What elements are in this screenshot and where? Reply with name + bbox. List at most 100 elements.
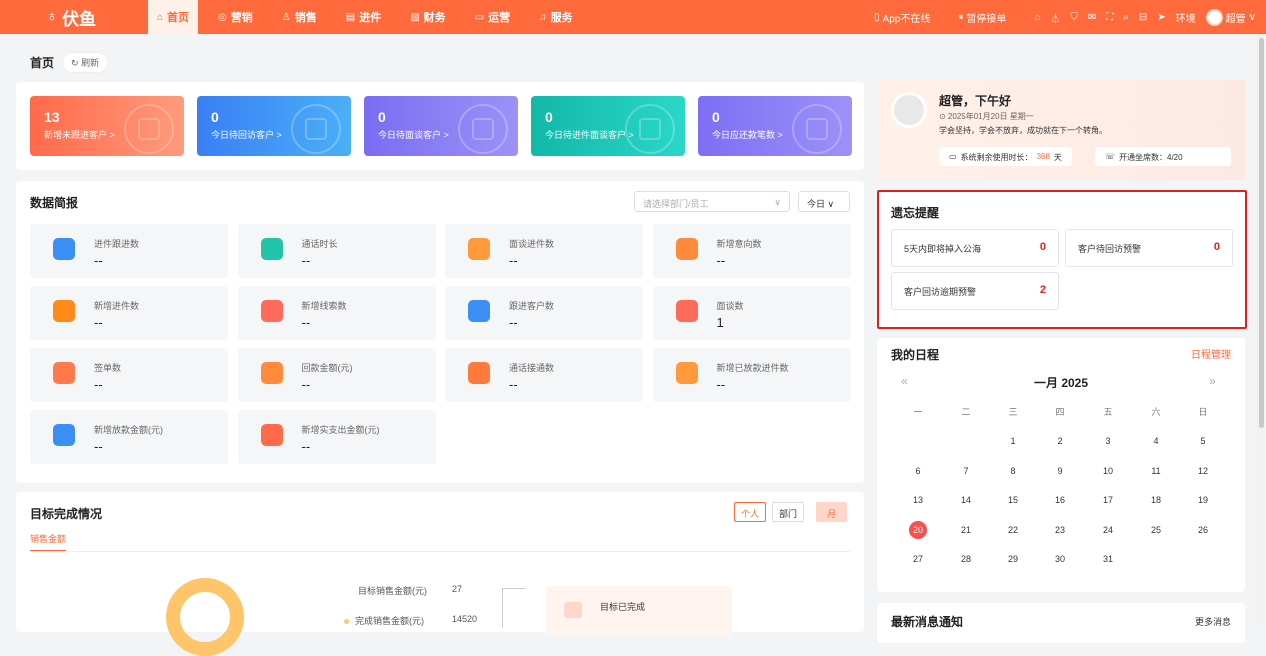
stat-card-1[interactable]: 0 今日待回访客户 > [197, 96, 351, 156]
nav-icon: ◎ [218, 11, 227, 23]
reminder-revisit[interactable]: 客户待回访预警 0 [1065, 229, 1233, 267]
fish-logo-icon: ♁ [46, 8, 58, 25]
page-title: 首页 [30, 56, 55, 70]
today-date: ⊙ 2025年01月20日 星期一 [939, 112, 1034, 121]
report-cell-5: 新增线索数 -- [237, 286, 436, 340]
report-cell-4: 新增进件数 -- [30, 286, 228, 340]
tab-month[interactable]: 月 [816, 502, 848, 522]
env-label[interactable]: 环境 [1176, 10, 1196, 25]
date-select[interactable]: 今日 ∨ [798, 191, 850, 212]
calendar-day[interactable]: 18 [1141, 491, 1171, 509]
calendar-day[interactable]: 20 [909, 520, 927, 539]
metric-value: -- [716, 377, 726, 392]
nav-item-5[interactable]: ▭ 运营 [466, 0, 519, 34]
calendar-day[interactable]: 29 [998, 550, 1028, 568]
dept-select[interactable]: 请选择部门/员工 ∨ [634, 191, 790, 212]
top-navbar: ♁ 伏鱼 ⌂ 首页 ◎ 营销 ♙ 销售 ▤ 进件 ▧ 财务 ▭ 运营 ♫ 服务 ▯ App不在线 ⏸ 暂停接单 … [0, 0, 1266, 34]
tab-personal[interactable]: 个人 [734, 502, 767, 522]
calendar-day[interactable]: 12 [1188, 462, 1218, 480]
calendar-day[interactable]: 19 [1188, 491, 1218, 509]
decoration-icon [639, 118, 661, 140]
calendar-day[interactable]: 3 [1093, 432, 1123, 450]
remain-time-chip: ▭ 系统剩余使用时长： 368 天 [939, 147, 1072, 166]
calendar-day[interactable]: 14 [951, 491, 981, 509]
calendar-day[interactable]: 17 [1093, 491, 1123, 509]
breadcrumb: 首页 ↻ 刷新 [30, 52, 109, 73]
app-status[interactable]: ▯ App不在线 [874, 10, 930, 25]
calendar-day[interactable]: 9 [1045, 462, 1075, 480]
stat-card-4[interactable]: 0 今日应还款笔数 > [698, 96, 852, 156]
metric-icon [260, 300, 283, 322]
tab-dept[interactable]: 部门 [772, 502, 805, 522]
calendar-day[interactable]: 11 [1141, 462, 1171, 480]
briefcase-icon[interactable]: ⊟ [1139, 12, 1147, 23]
next-month-button[interactable]: » [1209, 374, 1216, 388]
metric-value: -- [301, 439, 311, 454]
nav-item-4[interactable]: ▧ 财务 [401, 0, 454, 34]
calendar-day[interactable]: 28 [951, 550, 981, 568]
calendar-day[interactable]: 1 [998, 432, 1028, 450]
stat-card-0[interactable]: 13 新增未跟进客户 > [30, 96, 184, 156]
notice-icon[interactable]: ✉ [1088, 12, 1096, 23]
calendar-day[interactable]: 8 [998, 462, 1028, 480]
more-news-link[interactable]: 更多消息 [1195, 615, 1231, 628]
data-report-panel: 数据简报 请选择部门/员工 ∨ 今日 ∨ 进件跟进数 -- 通话时长 -- 面谈进件数 --… [16, 181, 864, 483]
fullscreen-icon[interactable]: ⛶ [1106, 12, 1113, 23]
nav-label: 财务 [423, 12, 446, 24]
search-icon[interactable]: ⌕ [1123, 12, 1129, 23]
weekday-label: 一 [913, 407, 923, 417]
nav-label: 销售 [294, 12, 317, 24]
news-panel: 最新消息通知 更多消息 [877, 603, 1245, 643]
calendar-day[interactable]: 13 [903, 491, 933, 509]
send-icon[interactable]: ➤ [1157, 12, 1165, 23]
calendar-day[interactable]: 16 [1045, 491, 1075, 509]
calendar-day[interactable]: 15 [998, 491, 1028, 509]
calendar-day[interactable]: 23 [1045, 521, 1075, 539]
calendar-day[interactable]: 22 [998, 521, 1028, 539]
calendar-day[interactable]: 31 [1093, 550, 1123, 568]
report-cell-0: 进件跟进数 -- [30, 224, 228, 278]
nav-item-1[interactable]: ◎ 营销 [209, 0, 262, 34]
bank-icon[interactable]: ⏃ [1050, 10, 1060, 25]
calendar-day[interactable]: 6 [903, 462, 933, 480]
calendar-day[interactable]: 26 [1188, 521, 1218, 539]
goal-panel: 目标完成情况 个人 部门 月 销售金额 目标销售金额(元) 27 完成销售金额(… [16, 492, 864, 656]
calendar-day[interactable]: 24 [1093, 521, 1123, 539]
monitor-icon: ▭ [949, 152, 957, 161]
reminder-seas[interactable]: 5天内即将掉入公海 0 [891, 229, 1059, 267]
nav-item-3[interactable]: ▤ 进件 [337, 0, 390, 34]
schedule-manage-link[interactable]: 日程管理 [1191, 346, 1231, 361]
calendar-day[interactable]: 4 [1141, 432, 1171, 450]
refresh-button[interactable]: ↻ 刷新 [62, 52, 109, 73]
memo-title: 遗忘提醒 [891, 206, 940, 220]
scrollbar-thumb[interactable] [1259, 38, 1264, 428]
stat-card-2[interactable]: 0 今日待面谈客户 > [364, 96, 518, 156]
report-cell-1: 通话时长 -- [237, 224, 436, 278]
calendar-month: 一月 2025 [1033, 376, 1089, 390]
nav-item-6[interactable]: ♫ 服务 [530, 0, 582, 34]
pause-icon: ⏸ [958, 11, 964, 23]
metric-value: -- [94, 377, 103, 392]
stat-card-3[interactable]: 0 今日待进件面谈客户 > [531, 96, 685, 156]
calendar-day[interactable]: 10 [1093, 462, 1123, 480]
reminder-overdue[interactable]: 客户回访逾期预警 2 [891, 272, 1059, 310]
pause-order-toggle[interactable]: ⏸ 暂停接单 [958, 10, 1006, 25]
lock-icon[interactable]: ⌂ [1034, 12, 1040, 23]
calendar-day[interactable]: 5 [1188, 432, 1218, 450]
tab-sales-amount[interactable]: 销售金额 [30, 532, 67, 552]
user-menu[interactable]: 超管 ∨ [1205, 8, 1256, 26]
nav-item-0[interactable]: ⌂ 首页 [148, 0, 199, 34]
metric-label: 新增进件数 [94, 301, 140, 311]
calendar-day[interactable]: 21 [951, 521, 981, 539]
shirt-icon[interactable]: ⛉ [1070, 12, 1078, 23]
calendar-day[interactable]: 2 [1045, 432, 1075, 450]
nav-item-2[interactable]: ♙ 销售 [273, 0, 326, 34]
app-logo[interactable]: ♁ 伏鱼 [0, 5, 110, 30]
calendar-day[interactable]: 7 [951, 462, 981, 480]
calendar-day[interactable]: 25 [1141, 521, 1171, 539]
decoration-icon [472, 118, 494, 140]
calendar-day[interactable]: 27 [903, 550, 933, 568]
calendar-day[interactable]: 30 [1045, 550, 1075, 568]
chevron-down-icon: ∨ [774, 197, 781, 207]
metric-value: -- [94, 253, 103, 268]
